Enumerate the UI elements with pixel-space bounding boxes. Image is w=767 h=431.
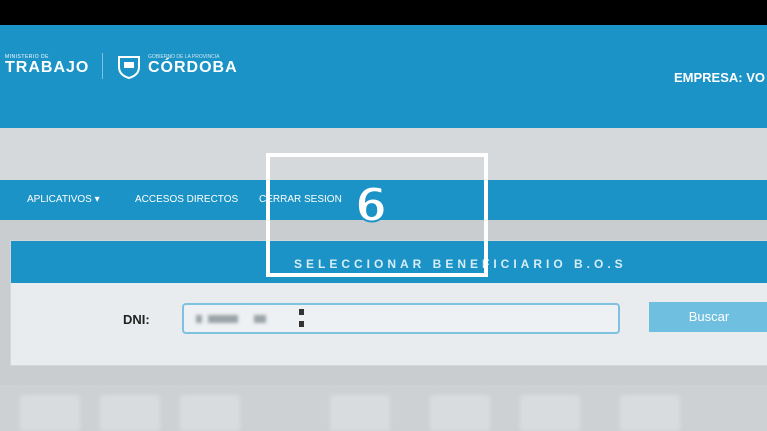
dni-label: DNI: [123,312,150,327]
blurred-cell [430,395,490,431]
shield-icon [118,56,140,79]
blurred-cell [20,395,80,431]
blurred-cell [180,395,240,431]
nav-accesos-directos[interactable]: ACCESOS DIRECTOS [135,194,238,205]
nav-aplicativos[interactable]: APLICATIVOS ▾ [27,194,100,205]
cursor-mark [299,321,304,327]
blurred-cell [620,395,680,431]
header: MINISTERIO DE TRABAJO GOBIERNO DE LA PRO… [0,25,767,128]
logo-big-text: TRABAJO [5,59,90,76]
dni-input[interactable] [182,303,620,334]
buscar-button[interactable]: Buscar [649,302,767,332]
logo-divider [102,53,103,79]
bottom-area [0,385,767,431]
blurred-cell [330,395,390,431]
cordoba-text: CÓRDOBA [148,59,238,76]
blurred-value [208,315,238,323]
cursor-mark [299,309,304,315]
step-number: 6 [354,177,388,233]
blurred-value [196,315,202,323]
empresa-label: EMPRESA: VO [674,70,766,85]
blurred-value [254,315,266,323]
blurred-cell [100,395,160,431]
blurred-cell [520,395,580,431]
